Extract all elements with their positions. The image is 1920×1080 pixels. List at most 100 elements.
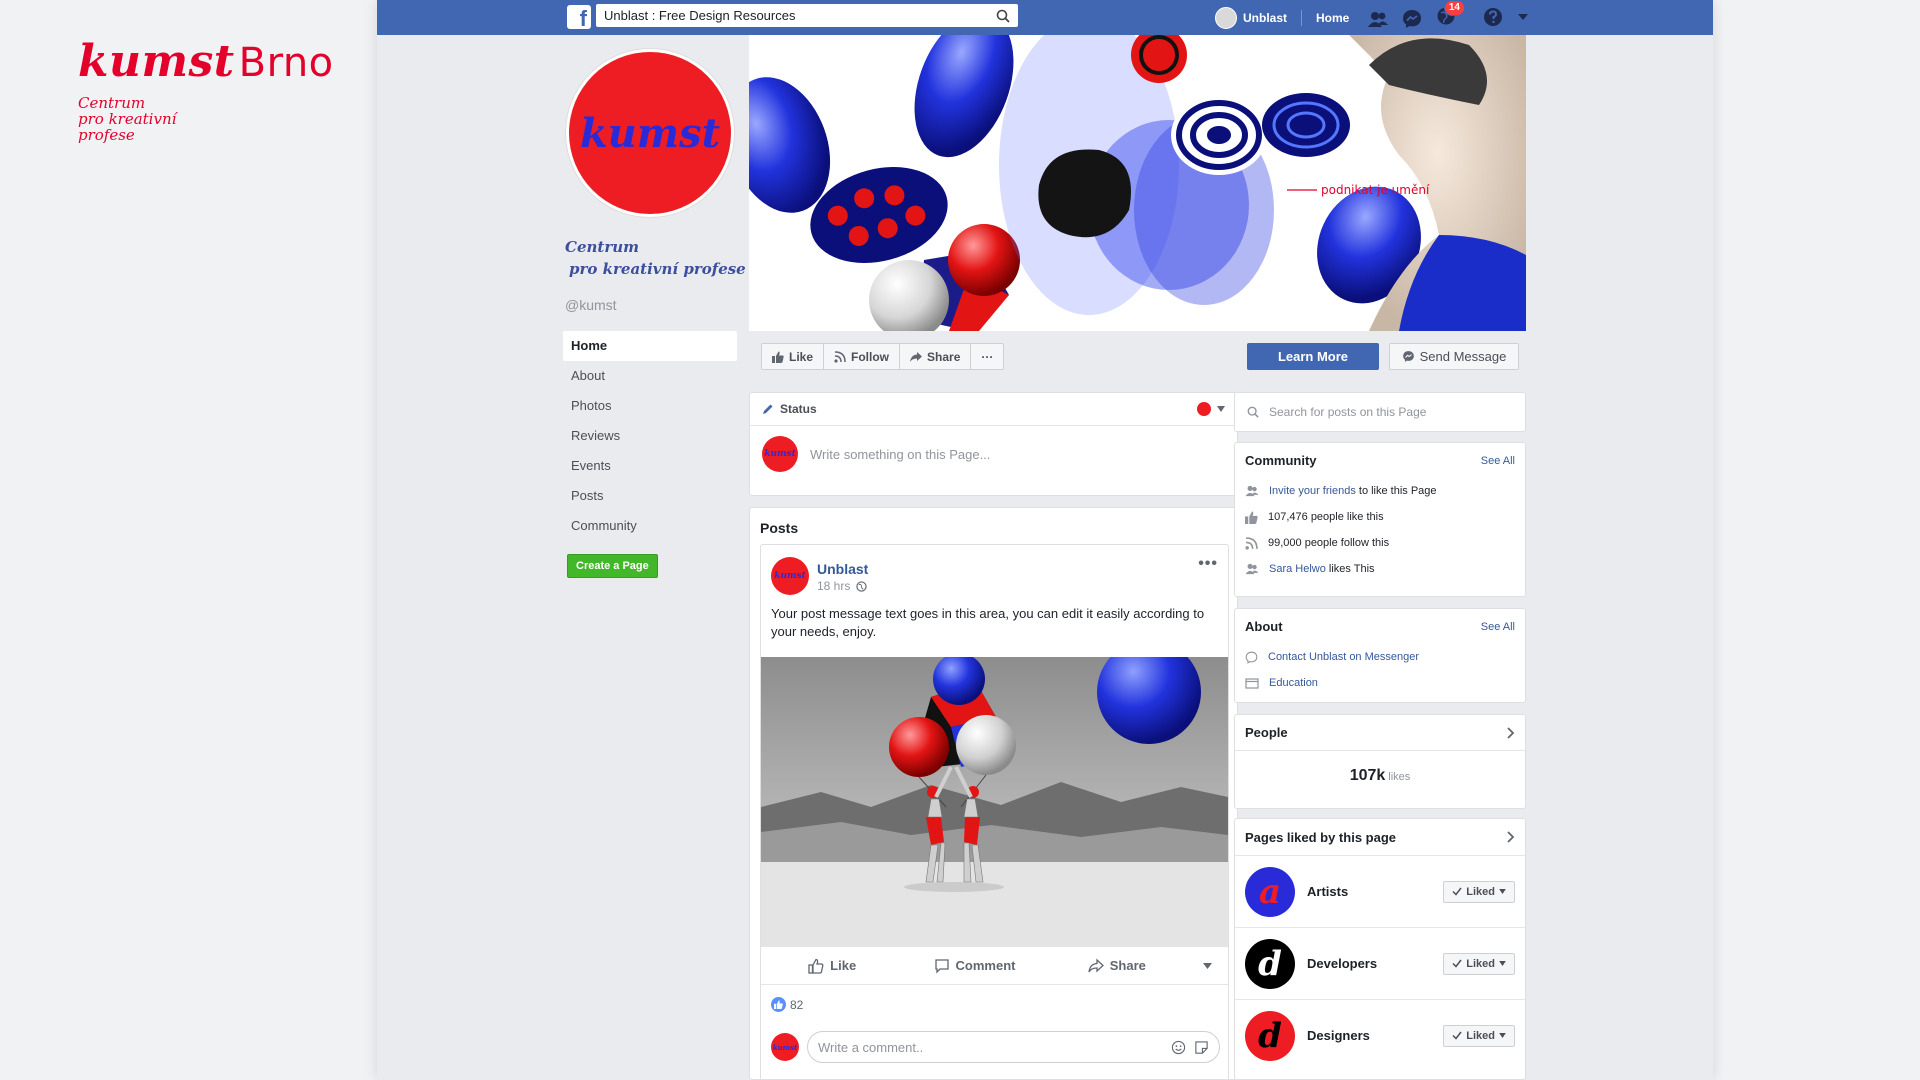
community-friend-row: Sara Helwo likes This (1235, 556, 1525, 582)
liked-label: Liked (1466, 1029, 1495, 1042)
like-count: 82 (790, 997, 804, 1012)
post-comment-label: Comment (955, 958, 1016, 973)
status-input-row: kumst Write something on this Page... (750, 426, 1237, 482)
post-timestamp[interactable]: 18 hrs (817, 579, 850, 593)
messenger-icon (1245, 651, 1258, 664)
liked-page-avatar[interactable]: d (1245, 938, 1295, 989)
liked-label: Liked (1466, 885, 1495, 898)
post-comment-button[interactable]: Comment (903, 958, 1045, 974)
share-arrow-icon (910, 351, 923, 362)
status-tab[interactable]: Status (780, 402, 1191, 416)
friends-icon[interactable] (1367, 8, 1389, 30)
post-author-name[interactable]: Unblast (817, 561, 868, 577)
community-likes-row: 107,476 people like this (1235, 504, 1525, 530)
create-page-button[interactable]: Create a Page (567, 554, 658, 578)
liked-page-name[interactable]: Designers (1307, 1028, 1431, 1043)
friend-likes-text: likes This (1325, 563, 1375, 575)
public-globe-icon (856, 580, 868, 592)
status-input[interactable]: Write something on this Page... (810, 447, 990, 462)
chevron-down-icon[interactable] (1217, 406, 1225, 412)
send-message-button[interactable]: Send Message (1389, 343, 1519, 370)
sidebar-item-about[interactable]: About (563, 361, 737, 391)
sidebar-item-home[interactable]: Home (563, 331, 737, 361)
liked-toggle-button[interactable]: Liked (1443, 880, 1515, 903)
like-page-label: Like (789, 349, 814, 364)
liked-page-name[interactable]: Artists (1307, 884, 1431, 899)
invite-friends-link[interactable]: Invite your friends (1269, 485, 1356, 497)
learn-more-button[interactable]: Learn More (1247, 343, 1379, 370)
contact-messenger-link[interactable]: Contact Unblast on Messenger (1268, 651, 1419, 663)
more-dots-icon: ··· (981, 349, 994, 364)
help-icon[interactable] (1482, 6, 1504, 28)
pages-liked-header[interactable]: Pages liked by this page (1235, 819, 1525, 855)
messenger-icon[interactable] (1401, 8, 1423, 30)
share-page-button[interactable]: Share (900, 344, 972, 369)
rss-icon (834, 350, 846, 363)
sidebar-item-reviews[interactable]: Reviews (563, 421, 737, 451)
profile-picture[interactable]: kumst (565, 48, 735, 218)
page-avatar: kumst (762, 436, 798, 472)
top-icons: 14 (1367, 0, 1465, 32)
community-follows-row: 99,000 people follow this (1235, 530, 1525, 556)
education-category-link[interactable]: Education (1269, 677, 1318, 689)
page-search-input[interactable]: Search for posts on this Page (1269, 405, 1426, 419)
comment-bubble-icon (934, 958, 949, 974)
sidebar-item-photos[interactable]: Photos (563, 391, 737, 421)
notifications-button[interactable]: 14 (1435, 0, 1465, 32)
cover-photo[interactable]: podnikat je umění (749, 35, 1526, 331)
avatar-text: kumst (764, 449, 796, 459)
status-header: Status (750, 393, 1237, 426)
liked-toggle-button[interactable]: Liked (1443, 1024, 1515, 1047)
post-action-bar: Like Comment Share (761, 947, 1228, 985)
sidebar-item-events[interactable]: Events (563, 451, 737, 481)
post-like-label: Like (830, 958, 857, 973)
emoji-icon[interactable] (1171, 1040, 1186, 1055)
liked-page-avatar[interactable]: a (1245, 866, 1295, 917)
post-more-options-icon[interactable]: ••• (1198, 555, 1218, 573)
people-header[interactable]: People (1235, 715, 1525, 751)
page-identity-avatar[interactable] (1197, 402, 1211, 416)
post-image[interactable] (761, 657, 1228, 947)
avatar-text: kumst (774, 571, 806, 581)
post-message: Your post message text goes in this area… (771, 606, 1205, 639)
community-see-all-link[interactable]: See All (1481, 455, 1515, 467)
facebook-logo-icon[interactable]: f (567, 5, 591, 29)
post-author-avatar[interactable]: kumst (771, 557, 809, 595)
user-avatar[interactable] (1215, 6, 1237, 29)
about-title: About (1245, 619, 1283, 634)
people-card: People 107k likes (1234, 714, 1526, 809)
people-likes-summary: 107k likes (1235, 751, 1525, 785)
liked-page-avatar[interactable]: d (1245, 1010, 1295, 1061)
search-input[interactable]: Unblast : Free Design Resources (596, 4, 1018, 27)
post-header: kumst Unblast 18 hrs ••• (761, 545, 1228, 595)
sidebar-item-posts[interactable]: Posts (563, 481, 737, 511)
liked-page-letter: d (1258, 943, 1282, 984)
home-link[interactable]: Home (1316, 11, 1349, 25)
post-share-button[interactable]: Share (1046, 958, 1188, 974)
post-audience-chevron-down-icon[interactable] (1188, 962, 1228, 969)
thumbs-up-icon (808, 958, 824, 974)
account-menu-chevron-down-icon[interactable] (1517, 12, 1529, 22)
invite-text: to like this Page (1355, 485, 1437, 497)
friend-name-link[interactable]: Sara Helwo (1269, 563, 1326, 575)
pages-liked-card: Pages liked by this page a Artists Liked… (1234, 818, 1526, 1080)
sticker-icon[interactable] (1194, 1040, 1209, 1055)
page-post-search[interactable]: Search for posts on this Page (1234, 392, 1526, 432)
post-reactions[interactable]: 82 (771, 997, 803, 1012)
thumbs-up-icon (772, 351, 784, 363)
pencil-icon (763, 404, 773, 414)
sidebar-item-community[interactable]: Community (563, 511, 737, 541)
more-options-button[interactable]: ··· (971, 344, 1003, 369)
liked-page-name[interactable]: Developers (1307, 956, 1431, 971)
comment-input[interactable]: Write a comment.. (807, 1031, 1220, 1063)
search-icon[interactable] (996, 9, 1010, 23)
chevron-down-icon (1499, 1033, 1506, 1038)
follow-button[interactable]: Follow (824, 344, 901, 369)
follow-label: Follow (851, 349, 890, 364)
like-page-button[interactable]: Like (762, 344, 825, 369)
user-name-link[interactable]: Unblast (1243, 11, 1287, 25)
community-header: Community See All (1235, 443, 1525, 478)
liked-toggle-button[interactable]: Liked (1443, 952, 1515, 975)
about-see-all-link[interactable]: See All (1481, 621, 1515, 633)
post-like-button[interactable]: Like (761, 958, 903, 974)
